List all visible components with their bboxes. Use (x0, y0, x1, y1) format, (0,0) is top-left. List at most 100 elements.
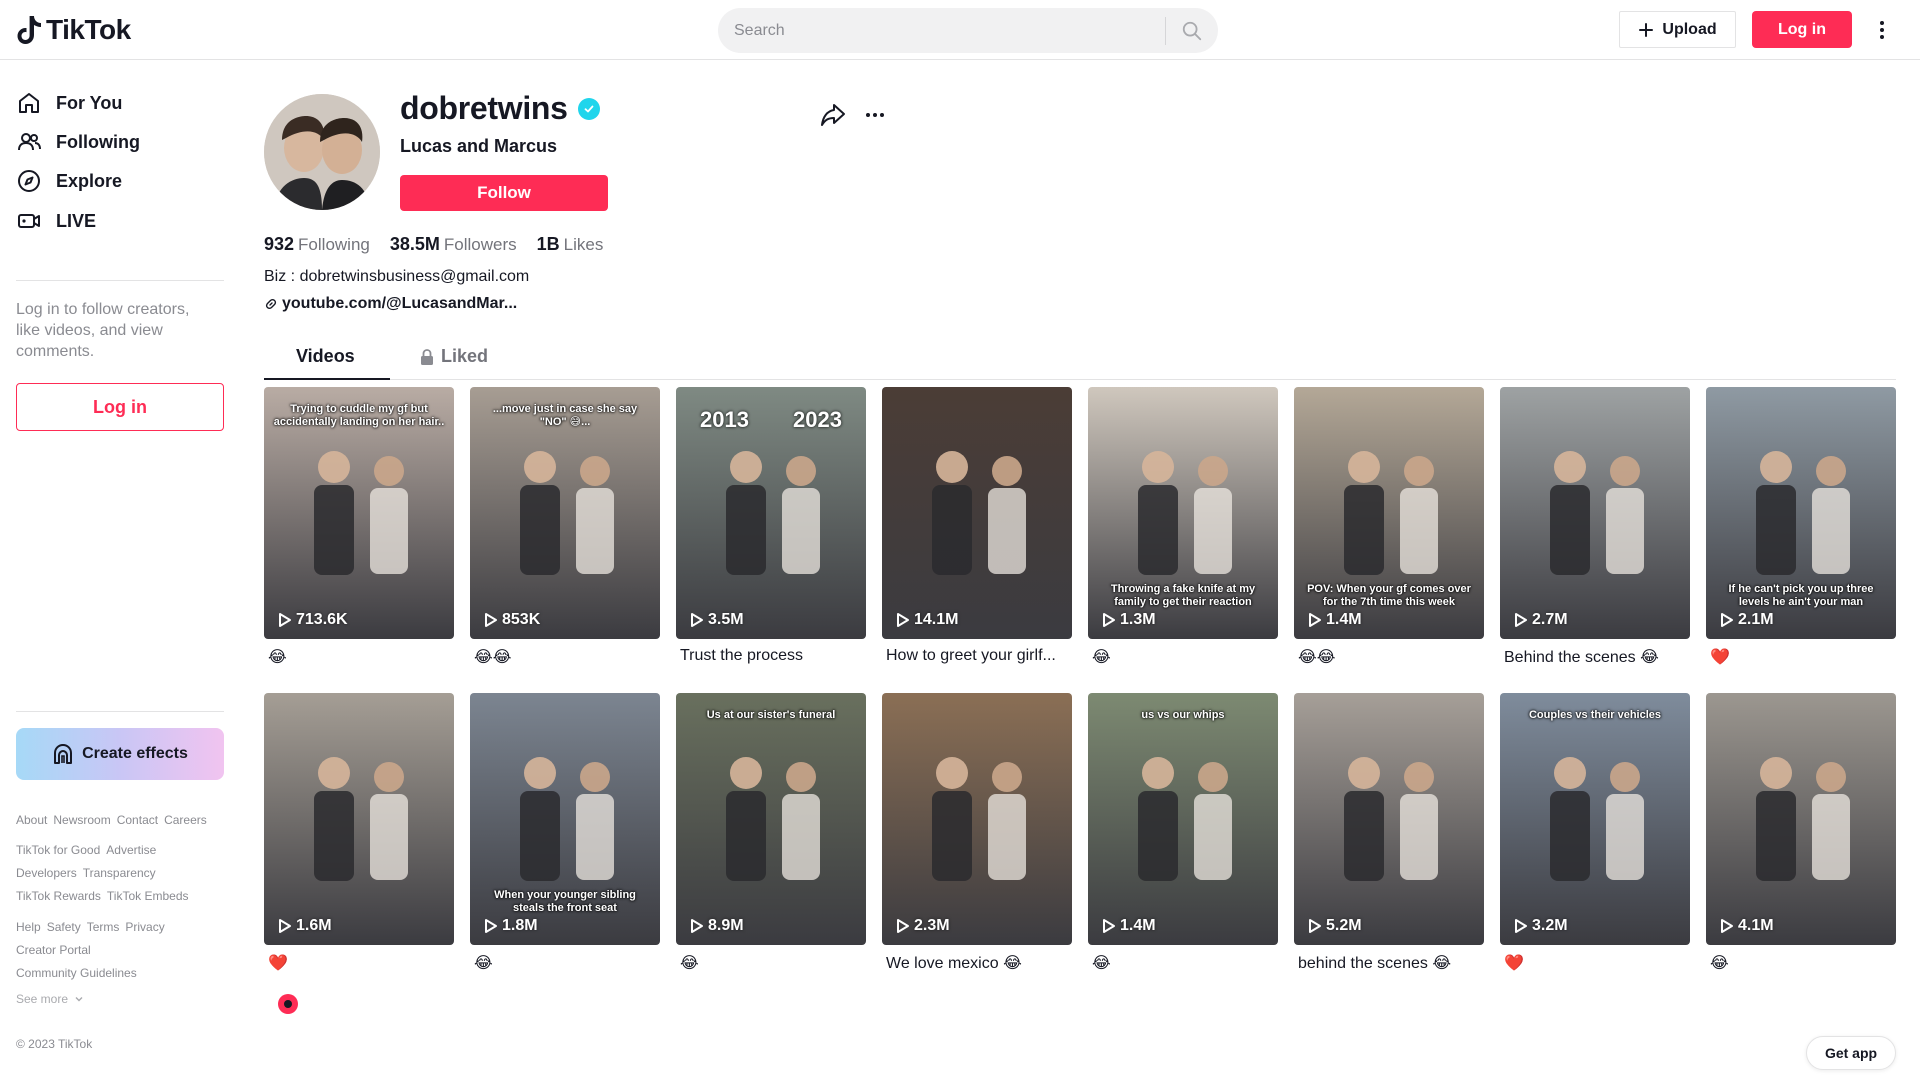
video-description[interactable]: We love mexico 😂 (882, 953, 1072, 973)
video-description[interactable]: How to greet your girlf... (882, 647, 1072, 665)
video-card[interactable]: 2013 2023 3.5M Trust the process (676, 387, 866, 665)
stat-following[interactable]: 932 Following (264, 234, 370, 255)
view-count: 5.2M (1308, 917, 1362, 935)
upload-button[interactable]: Upload (1619, 11, 1736, 48)
video-card[interactable]: POV: When your gf comes over for the 7th… (1294, 387, 1484, 667)
video-description[interactable]: 😂 (1706, 953, 1896, 973)
footer-link[interactable]: Developers (16, 866, 77, 880)
view-count: 3.5M (690, 611, 744, 629)
footer-link[interactable]: Newsroom (53, 813, 110, 827)
video-thumbnail[interactable]: ...move just in case she say "NO" 😅... 85… (470, 387, 660, 639)
video-description[interactable]: Trust the process (676, 647, 866, 665)
video-description[interactable]: 😂😂 (470, 647, 660, 667)
video-description[interactable]: 😂 (264, 647, 454, 667)
video-card[interactable]: Trying to cuddle my gf but accidentally … (264, 387, 454, 667)
likes-count: 1B (536, 234, 560, 254)
profile-link[interactable]: youtube.com/@LucasandMar... (264, 295, 517, 313)
video-card[interactable]: 14.1M How to greet your girlf... (882, 387, 1072, 665)
video-thumbnail[interactable]: us vs our whips 1.4M (1088, 693, 1278, 945)
see-more-link[interactable]: See more (16, 992, 84, 1006)
video-thumbnail[interactable]: 2.7M (1500, 387, 1690, 639)
play-icon (691, 919, 703, 933)
video-thumbnail[interactable]: 2.3M (882, 693, 1072, 945)
footer-link[interactable]: Transparency (83, 866, 156, 880)
footer-link[interactable]: About (16, 813, 47, 827)
footer-link[interactable]: Contact (117, 813, 158, 827)
footer-link[interactable]: TikTok Embeds (107, 889, 189, 903)
video-card[interactable]: 5.2M behind the scenes 😂 (1294, 693, 1484, 973)
video-description[interactable]: 😂 (470, 953, 660, 973)
video-description[interactable]: ❤️ (1706, 647, 1896, 667)
video-description[interactable]: ❤️ (264, 953, 454, 973)
view-count-text: 2.7M (1532, 611, 1568, 628)
profile-stats: 932 Following 38.5M Followers 1B Likes (264, 234, 603, 255)
get-app-button[interactable]: Get app (1806, 1036, 1896, 1070)
nav-for-you[interactable]: For You (16, 83, 122, 123)
sidebar-login-button[interactable]: Log in (16, 383, 224, 431)
video-description[interactable]: 😂 (1088, 953, 1278, 973)
tiktok-logo[interactable]: TikTok (16, 14, 131, 46)
video-thumbnail[interactable]: Us at our sister's funeral 8.9M (676, 693, 866, 945)
search-bar[interactable] (718, 8, 1218, 53)
profile-more-icon[interactable] (862, 104, 888, 126)
video-card[interactable]: 2.7M Behind the scenes 😂 (1500, 387, 1690, 667)
video-thumbnail[interactable]: 1.6M (264, 693, 454, 945)
footer-link[interactable]: TikTok Rewards (16, 889, 101, 903)
video-description[interactable]: 😂 (1088, 647, 1278, 667)
thumbnail-figures (1756, 757, 1850, 881)
search-input[interactable] (718, 8, 1165, 53)
footer-link[interactable]: Creator Portal (16, 943, 91, 957)
create-effects-button[interactable]: Create effects (16, 728, 224, 780)
video-thumbnail[interactable]: If he can't pick you up three levels he … (1706, 387, 1896, 639)
tab-videos[interactable]: Videos (296, 346, 355, 367)
video-description[interactable]: 😂😂 (1294, 647, 1484, 667)
video-thumbnail[interactable]: 5.2M (1294, 693, 1484, 945)
nav-following[interactable]: Following (16, 122, 140, 162)
footer-link[interactable]: Terms (87, 920, 120, 934)
video-description[interactable]: Behind the scenes 😂 (1500, 647, 1690, 667)
more-menu-icon[interactable] (1868, 16, 1896, 44)
video-card[interactable]: Couples vs their vehicles 3.2M ❤️ (1500, 693, 1690, 973)
share-icon[interactable] (818, 100, 848, 130)
footer-link[interactable]: Help (16, 920, 41, 934)
video-card[interactable]: 2.3M We love mexico 😂 (882, 693, 1072, 973)
footer-link[interactable]: TikTok for Good (16, 843, 100, 857)
nav-explore[interactable]: Explore (16, 161, 122, 201)
video-card[interactable]: 1.6M ❤️ (264, 693, 454, 973)
footer-link[interactable]: Safety (47, 920, 81, 934)
follow-button[interactable]: Follow (400, 175, 608, 211)
video-card[interactable]: Us at our sister's funeral 8.9M 😂 (676, 693, 866, 973)
video-description[interactable]: 😂 (676, 953, 866, 973)
video-thumbnail[interactable]: 14.1M (882, 387, 1072, 639)
video-thumbnail[interactable]: Trying to cuddle my gf but accidentally … (264, 387, 454, 639)
login-button[interactable]: Log in (1752, 11, 1852, 48)
video-card[interactable]: us vs our whips 1.4M 😂 (1088, 693, 1278, 973)
video-card[interactable]: If he can't pick you up three levels he … (1706, 387, 1896, 667)
video-description[interactable]: behind the scenes 😂 (1294, 953, 1484, 973)
video-card[interactable]: 4.1M 😂 (1706, 693, 1896, 973)
footer-link[interactable]: Community Guidelines (16, 966, 137, 980)
view-count: 8.9M (690, 917, 744, 935)
nav-label: For You (56, 92, 123, 113)
nav-live[interactable]: LIVE (16, 201, 96, 241)
stat-followers[interactable]: 38.5M Followers (390, 234, 517, 255)
footer-link[interactable]: Advertise (106, 843, 156, 857)
footer-link[interactable]: Careers (164, 813, 207, 827)
footer-link[interactable]: Privacy (125, 920, 164, 934)
video-thumbnail[interactable]: 4.1M (1706, 693, 1896, 945)
video-thumbnail[interactable]: When your younger sibling steals the fro… (470, 693, 660, 945)
video-card[interactable]: When your younger sibling steals the fro… (470, 693, 660, 973)
video-thumbnail[interactable]: Couples vs their vehicles 3.2M (1500, 693, 1690, 945)
video-description[interactable]: ❤️ (1500, 953, 1690, 973)
view-count: 1.4M (1102, 917, 1156, 935)
video-thumbnail[interactable]: Throwing a fake knife at my family to ge… (1088, 387, 1278, 639)
video-card[interactable]: Throwing a fake knife at my family to ge… (1088, 387, 1278, 667)
search-button[interactable] (1166, 8, 1218, 53)
view-count-text: 2.1M (1738, 611, 1774, 628)
tab-liked[interactable]: Liked (419, 346, 488, 367)
footer-links-row: Community Guidelines (16, 966, 236, 981)
video-thumbnail[interactable]: POV: When your gf comes over for the 7th… (1294, 387, 1484, 639)
view-count-text: 1.4M (1326, 611, 1362, 628)
video-card[interactable]: ...move just in case she say "NO" 😅... 85… (470, 387, 660, 667)
video-thumbnail[interactable]: 2013 2023 3.5M (676, 387, 866, 639)
